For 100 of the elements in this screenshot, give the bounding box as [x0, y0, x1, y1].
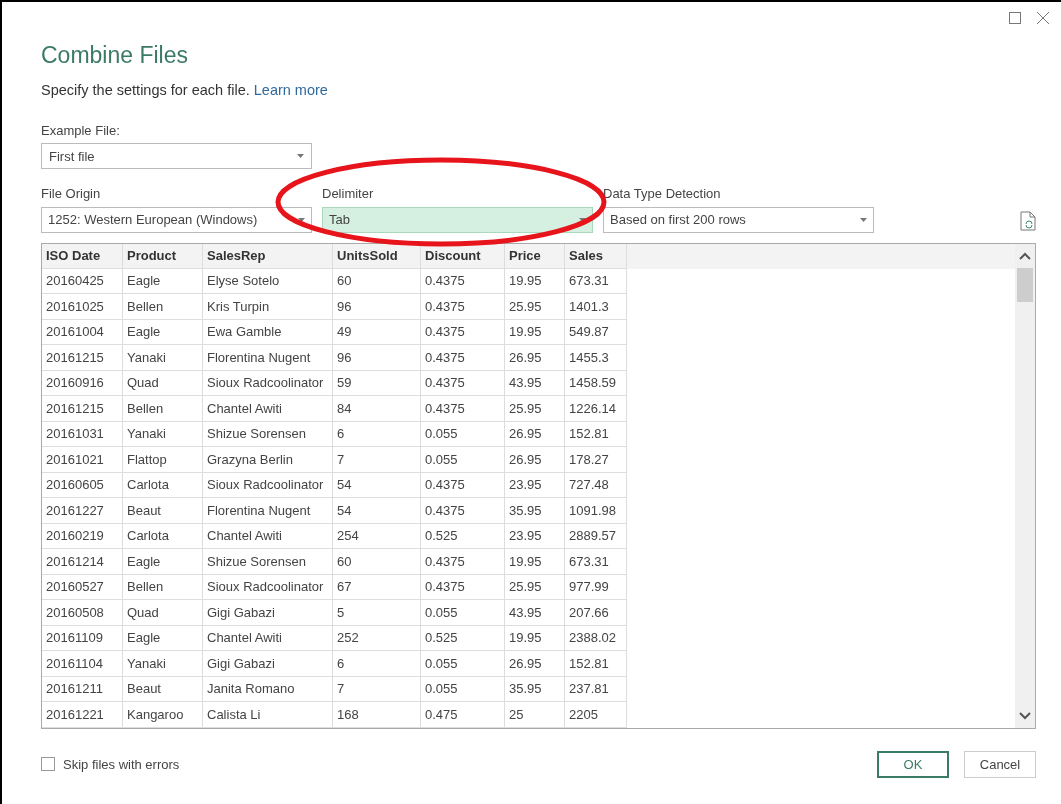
table-cell: 0.475 — [421, 702, 505, 728]
table-cell: Elyse Sotelo — [203, 268, 333, 295]
table-cell: 25.95 — [505, 574, 565, 601]
table-cell: Quad — [123, 370, 203, 397]
table-cell: 60 — [333, 549, 421, 575]
caret-icon — [298, 217, 305, 222]
table-cell: 35.95 — [505, 498, 565, 524]
setting-dropdown[interactable]: Based on first 200 rows — [603, 206, 874, 233]
table-cell: Sioux Radcoolinator — [203, 472, 333, 499]
table-cell: 2889.57 — [565, 523, 627, 550]
table-cell: 59 — [333, 370, 421, 397]
refresh-file-icon[interactable] — [1020, 210, 1036, 231]
table-cell: Carlota — [123, 472, 203, 499]
table-cell: 19.95 — [505, 319, 565, 346]
table-cell: 1091.98 — [565, 498, 627, 524]
column-header[interactable]: Discount — [421, 243, 505, 269]
table-cell: Calista Li — [203, 702, 333, 728]
dialog-title: Combine Files — [41, 41, 189, 70]
table-cell: 1455.3 — [565, 345, 627, 371]
table-cell: 20160508 — [42, 600, 123, 626]
table-cell: 7 — [333, 447, 421, 473]
skip-files-checkbox[interactable] — [41, 757, 55, 772]
table-cell: 0.4375 — [421, 396, 505, 422]
table-cell: Grazyna Berlin — [203, 447, 333, 473]
scroll-up-icon[interactable] — [1019, 251, 1031, 260]
table-cell: 20161109 — [42, 625, 123, 652]
table-cell: 25.95 — [505, 396, 565, 422]
table-cell: 96 — [333, 294, 421, 320]
table-cell: 26.95 — [505, 421, 565, 448]
dialog-button[interactable]: OK — [877, 750, 949, 778]
table-cell: Gigi Gabazi — [203, 651, 333, 677]
table-cell: 20160605 — [42, 472, 123, 499]
table-cell: 7 — [333, 676, 421, 703]
setting-label: Delimiter — [322, 185, 375, 204]
table-cell: Sioux Radcoolinator — [203, 574, 333, 601]
column-header[interactable]: Product — [123, 243, 203, 269]
table-cell: 0.4375 — [421, 268, 505, 295]
table-cell: Ewa Gamble — [203, 319, 333, 346]
table-cell: 23.95 — [505, 523, 565, 550]
table-cell: 20161211 — [42, 676, 123, 703]
table-cell: 20161031 — [42, 421, 123, 448]
table-cell: Bellen — [123, 574, 203, 601]
table-cell: 673.31 — [565, 549, 627, 575]
table-cell: Eagle — [123, 549, 203, 575]
setting-dropdown[interactable]: Tab — [322, 206, 593, 233]
table-cell: Bellen — [123, 294, 203, 320]
column-header[interactable]: ISO Date — [42, 243, 123, 269]
table-cell: 20161221 — [42, 702, 123, 728]
table-cell: 152.81 — [565, 421, 627, 448]
table-cell: 96 — [333, 345, 421, 371]
scrollbar[interactable] — [1015, 243, 1035, 728]
table-cell: 19.95 — [505, 549, 565, 575]
table-cell: 26.95 — [505, 651, 565, 677]
maximize-icon[interactable] — [1009, 12, 1021, 24]
table-cell: Carlota — [123, 523, 203, 550]
table-cell: Florentina Nugent — [203, 345, 333, 371]
table-cell: 549.87 — [565, 319, 627, 346]
table-cell: 0.055 — [421, 421, 505, 448]
table-cell: 0.4375 — [421, 574, 505, 601]
table-cell: Shizue Sorensen — [203, 421, 333, 448]
table-cell: Yanaki — [123, 651, 203, 677]
table-cell: 19.95 — [505, 625, 565, 652]
close-icon[interactable] — [1037, 12, 1049, 24]
table-cell: Shizue Sorensen — [203, 549, 333, 575]
table-cell: 2205 — [565, 702, 627, 728]
table-cell: Bellen — [123, 396, 203, 422]
table-cell: 25 — [505, 702, 565, 728]
table-cell: 0.4375 — [421, 472, 505, 499]
column-header[interactable]: UnitsSold — [333, 243, 421, 269]
scroll-down-icon[interactable] — [1019, 711, 1031, 720]
table-cell: 20161025 — [42, 294, 123, 320]
table-cell: Quad — [123, 600, 203, 626]
table-cell: 207.66 — [565, 600, 627, 626]
scroll-thumb[interactable] — [1017, 267, 1033, 302]
table-cell: 84 — [333, 396, 421, 422]
table-cell: 0.055 — [421, 600, 505, 626]
table-cell: 5 — [333, 600, 421, 626]
table-cell: 54 — [333, 472, 421, 499]
column-header[interactable]: SalesRep — [203, 243, 333, 269]
table-cell: 0.4375 — [421, 319, 505, 346]
table-cell: 673.31 — [565, 268, 627, 295]
example-file-dropdown[interactable]: First file — [41, 143, 312, 170]
table-cell: 0.055 — [421, 447, 505, 473]
table-cell: 35.95 — [505, 676, 565, 703]
column-header[interactable]: Price — [505, 243, 565, 269]
dialog-button[interactable]: Cancel — [964, 750, 1036, 778]
column-header[interactable]: Sales — [565, 243, 627, 269]
table-cell: 20161227 — [42, 498, 123, 524]
table-cell: 20161215 — [42, 396, 123, 422]
table-cell: Janita Romano — [203, 676, 333, 703]
table-cell: 0.4375 — [421, 345, 505, 371]
table-cell: 54 — [333, 498, 421, 524]
learn-more-link[interactable]: Learn more — [253, 80, 328, 102]
table-cell: 20160527 — [42, 574, 123, 601]
table-cell: 237.81 — [565, 676, 627, 703]
table-cell: 0.055 — [421, 651, 505, 677]
example-file-label: Example File: — [41, 121, 121, 140]
table-cell: 0.4375 — [421, 549, 505, 575]
setting-dropdown[interactable]: 1252: Western European (Windows) — [41, 206, 312, 233]
table-cell: 20160425 — [42, 268, 123, 295]
